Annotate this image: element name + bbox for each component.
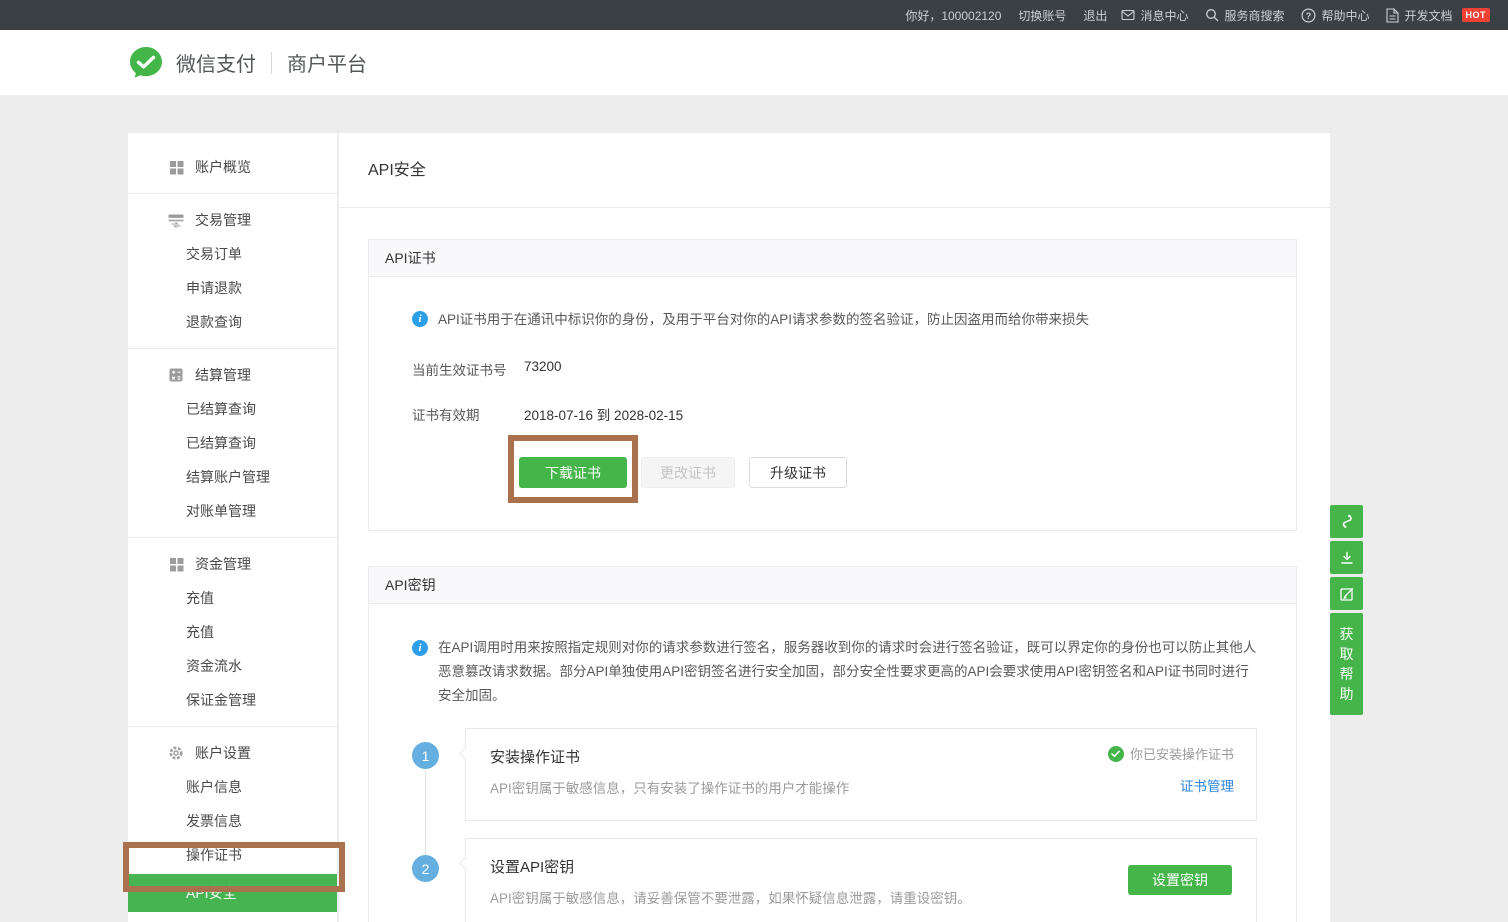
step-set-api-key: 2 设置API密钥 API密钥属于敏感信息，请妥善保管不要泄露，如果怀疑信息泄露… — [412, 838, 1257, 922]
sidebar-item-结算账户管理[interactable]: 结算账户管理 — [128, 460, 337, 494]
calculator-icon — [168, 367, 184, 383]
sidebar-group: 账户设置账户信息发票信息操作证书API安全员工帐号管理 — [128, 727, 337, 922]
question-circle-icon: ? — [1301, 8, 1316, 23]
api-key-section-title: API密钥 — [369, 567, 1296, 604]
sidebar-group-交易管理[interactable]: 交易管理 — [128, 203, 337, 237]
step-number-badge: 2 — [412, 855, 439, 882]
upgrade-cert-button[interactable]: 升级证书 — [749, 457, 847, 488]
sidebar-item-充值[interactable]: 充值 — [128, 615, 337, 649]
envelope-icon — [1121, 9, 1135, 21]
sidebar-group: 账户概览 — [128, 141, 337, 194]
sidebar-group-账户设置[interactable]: 账户设置 — [128, 736, 337, 770]
sidebar-group: 结算管理已结算查询已结算查询结算账户管理对账单管理 — [128, 349, 337, 538]
wechat-pay-merchant-platform: 你好，100002120 切换账号 退出 消息中心 服务商搜索 ? 帮助中心 开… — [0, 0, 1508, 922]
svg-text:?: ? — [1306, 10, 1312, 20]
gear-icon — [168, 745, 184, 761]
link-icon[interactable] — [1330, 505, 1363, 538]
cert-number-label: 当前生效证书号 — [412, 359, 524, 379]
hot-badge: HOT — [1462, 8, 1491, 22]
switch-account-link[interactable]: 切换账号 — [1018, 7, 1066, 24]
main-content: API证书 i API证书用于在通讯中标识你的身份，及用于平台对你的API请求参… — [339, 208, 1330, 922]
sidebar-item-操作证书[interactable]: 操作证书 — [128, 838, 337, 872]
float-toolbar: 获取帮助 — [1330, 505, 1363, 715]
api-cert-info: i API证书用于在通讯中标识你的身份，及用于平台对你的API请求参数的签名验证… — [412, 311, 1266, 329]
set-api-key-button[interactable]: 设置密钥 — [1128, 865, 1232, 895]
step2-title: 设置API密钥 — [490, 856, 1232, 877]
check-circle-icon — [1108, 746, 1124, 762]
document-icon — [1386, 8, 1399, 23]
sidebar-group-label: 账户概览 — [195, 157, 251, 177]
step2-desc: API密钥属于敏感信息，请妥善保管不要泄露，如果怀疑信息泄露，请重设密钥。 — [490, 887, 1232, 907]
sidebar-group: 交易管理交易订单申请退款退款查询 — [128, 194, 337, 349]
cert-manage-link[interactable]: 证书管理 — [1180, 775, 1234, 795]
info-icon: i — [412, 311, 428, 327]
sidebar-group-结算管理[interactable]: 结算管理 — [128, 358, 337, 392]
api-cert-section-title: API证书 — [369, 240, 1296, 277]
brand-divider — [271, 52, 272, 74]
sidebar-group-label: 交易管理 — [195, 210, 251, 230]
api-key-info: i 在API调用时用来按照指定规则对你的请求参数进行签名，服务器收到你的请求时会… — [412, 636, 1257, 708]
sidebar-item-交易订单[interactable]: 交易订单 — [128, 237, 337, 271]
transaction-list-icon — [168, 212, 184, 228]
sidebar-item-API安全[interactable]: API安全 — [128, 874, 337, 912]
sidebar-item-员工帐号管理[interactable]: 员工帐号管理 — [128, 914, 337, 922]
wechat-pay-logo-icon[interactable] — [128, 45, 164, 81]
sidebar-group-label: 结算管理 — [195, 365, 251, 385]
cert-validity-label: 证书有效期 — [412, 404, 524, 424]
step-install-cert: 1 安装操作证书 API密钥属于敏感信息，只有安装了操作证书的用户才能操作 — [412, 728, 1257, 821]
sidebar-group-label: 账户设置 — [195, 743, 251, 763]
search-icon — [1205, 8, 1219, 22]
api-key-section: API密钥 i 在API调用时用来按照指定规则对你的请求参数进行签名，服务器收到… — [368, 566, 1297, 922]
sidebar-item-已结算查询[interactable]: 已结算查询 — [128, 426, 337, 460]
download-icon[interactable] — [1330, 541, 1363, 574]
api-cert-section: API证书 i API证书用于在通讯中标识你的身份，及用于平台对你的API请求参… — [368, 239, 1297, 531]
platform-name: 商户平台 — [287, 48, 367, 77]
sidebar-nav: 账户概览交易管理交易订单申请退款退款查询结算管理已结算查询已结算查询结算账户管理… — [128, 133, 337, 922]
dev-docs-link[interactable]: 开发文档 HOT — [1386, 7, 1490, 24]
cert-validity-value: 2018-07-16 到 2028-02-15 — [524, 404, 683, 424]
page-title: API安全 — [339, 133, 1330, 208]
help-center-link[interactable]: ? 帮助中心 — [1301, 7, 1369, 24]
change-cert-button: 更改证书 — [641, 457, 735, 488]
get-help-button[interactable]: 获取帮助 — [1330, 613, 1363, 715]
sidebar-item-账户信息[interactable]: 账户信息 — [128, 770, 337, 804]
sidebar-item-申请退款[interactable]: 申请退款 — [128, 271, 337, 305]
sidebar-item-已结算查询[interactable]: 已结算查询 — [128, 392, 337, 426]
message-center-link[interactable]: 消息中心 — [1121, 7, 1188, 24]
sidebar-group-账户概览[interactable]: 账户概览 — [128, 150, 337, 184]
cert-number-row: 当前生效证书号 73200 — [412, 359, 1266, 379]
sidebar-item-对账单管理[interactable]: 对账单管理 — [128, 494, 337, 528]
header: 微信支付 商户平台 — [0, 30, 1508, 95]
cert-installed-status: 你已安装操作证书 — [1108, 744, 1234, 763]
main-panel: API安全 API证书 i API证书用于在通讯中标识你的身份，及用于平台对你的… — [339, 133, 1330, 922]
step-number-badge: 1 — [412, 742, 439, 769]
sidebar-group-label: 资金管理 — [195, 554, 251, 574]
overview-grid-icon — [168, 159, 184, 175]
funds-grid-icon — [168, 556, 184, 572]
logout-link[interactable]: 退出 — [1083, 7, 1107, 24]
cert-number-value: 73200 — [524, 359, 562, 379]
download-cert-button[interactable]: 下载证书 — [519, 457, 627, 488]
sidebar-item-保证金管理[interactable]: 保证金管理 — [128, 683, 337, 717]
sidebar-item-充值[interactable]: 充值 — [128, 581, 337, 615]
info-icon: i — [412, 640, 428, 656]
sidebar-group-资金管理[interactable]: 资金管理 — [128, 547, 337, 581]
sidebar-item-退款查询[interactable]: 退款查询 — [128, 305, 337, 339]
provider-search-link[interactable]: 服务商搜索 — [1205, 7, 1284, 24]
sidebar-item-发票信息[interactable]: 发票信息 — [128, 804, 337, 838]
sidebar-item-资金流水[interactable]: 资金流水 — [128, 649, 337, 683]
sidebar-group: 资金管理充值充值资金流水保证金管理 — [128, 538, 337, 727]
brand-name[interactable]: 微信支付 — [176, 48, 256, 77]
topbar: 你好，100002120 切换账号 退出 消息中心 服务商搜索 ? 帮助中心 开… — [0, 0, 1508, 30]
feedback-icon[interactable] — [1330, 577, 1363, 610]
cert-validity-row: 证书有效期 2018-07-16 到 2028-02-15 — [412, 404, 1266, 424]
user-greeting: 你好，100002120 — [905, 7, 1001, 24]
